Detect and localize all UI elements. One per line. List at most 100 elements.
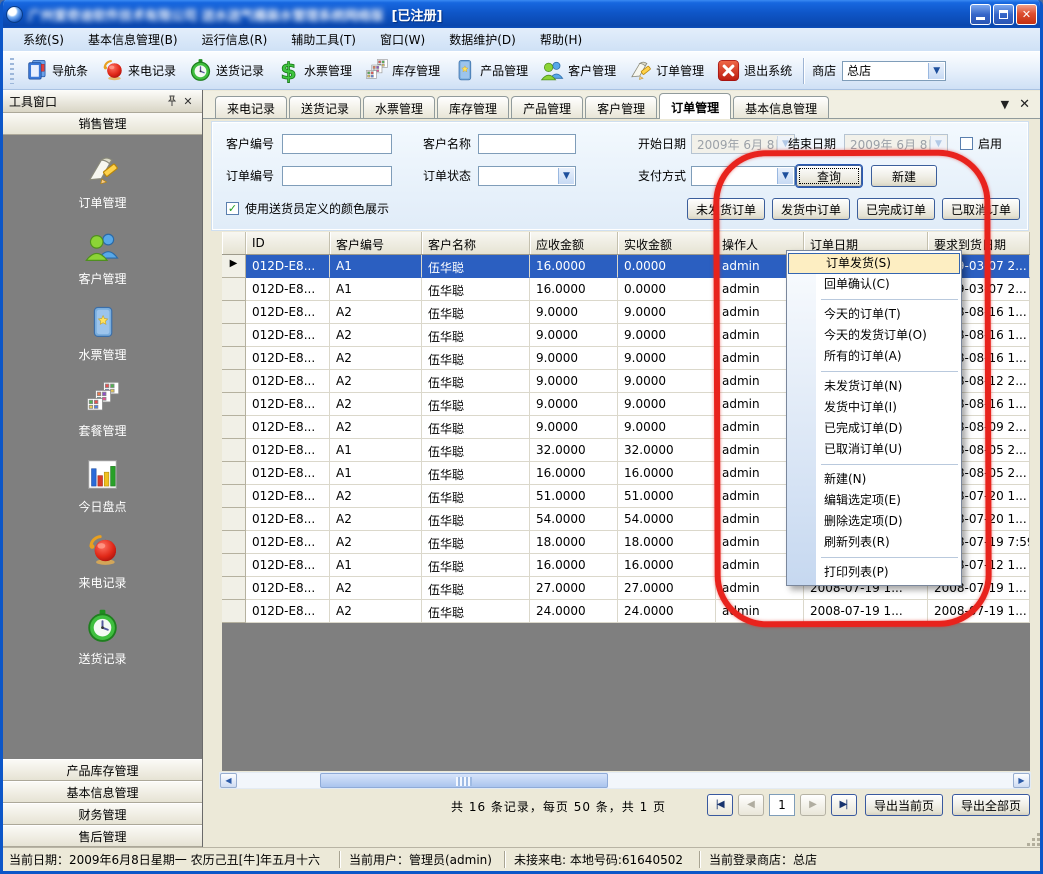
grid-column-header[interactable]: 客户编号 bbox=[330, 232, 422, 254]
context-menu-item[interactable]: 订单发货(S) bbox=[788, 253, 960, 274]
toolbar-button[interactable]: 水票管理 bbox=[271, 56, 357, 85]
context-menu-item[interactable]: 回单确认(C) bbox=[787, 274, 961, 295]
grid-column-header[interactable] bbox=[222, 232, 246, 254]
row-selector-cell[interactable] bbox=[222, 600, 246, 623]
close-button[interactable]: ✕ bbox=[1016, 4, 1037, 25]
context-menu-item[interactable]: 删除选定项(D) bbox=[787, 511, 961, 532]
scroll-right-icon[interactable]: ▶ bbox=[1013, 773, 1030, 788]
prev-page-button[interactable]: ◀ bbox=[738, 794, 764, 816]
customer-name-input[interactable] bbox=[478, 134, 576, 154]
sidebar-item[interactable]: 水票管理 bbox=[78, 304, 126, 363]
delivery-color-checkbox[interactable]: ✓ bbox=[226, 202, 239, 215]
sidebar-item[interactable]: 来电记录 bbox=[78, 532, 126, 591]
grid-column-header[interactable]: ID bbox=[246, 232, 330, 254]
sidebar-section-button[interactable]: 基本信息管理 bbox=[3, 781, 202, 803]
row-selector-cell[interactable] bbox=[222, 508, 246, 531]
context-menu-item[interactable]: 已取消订单(U) bbox=[787, 439, 961, 460]
toolbar-grip[interactable] bbox=[10, 58, 14, 84]
sidebar-section-button[interactable]: 售后管理 bbox=[3, 825, 202, 847]
menu-item[interactable]: 辅助工具(T) bbox=[279, 28, 368, 51]
context-menu-item[interactable]: 所有的订单(A) bbox=[787, 346, 961, 367]
tab[interactable]: 水票管理 bbox=[363, 96, 435, 118]
last-page-button[interactable]: ▶| bbox=[831, 794, 857, 816]
status-filter-button[interactable]: 已完成订单 bbox=[857, 198, 935, 220]
sidebar-item[interactable]: 套餐管理 bbox=[78, 380, 126, 439]
row-selector-cell[interactable] bbox=[222, 324, 246, 347]
menu-item[interactable]: 基本信息管理(B) bbox=[76, 28, 190, 51]
context-menu-item[interactable] bbox=[787, 460, 961, 469]
horizontal-scrollbar[interactable]: ◀ ▶ bbox=[219, 772, 1031, 789]
toolbar-button[interactable]: 送货记录 bbox=[183, 56, 269, 85]
tab[interactable]: 基本信息管理 bbox=[733, 96, 829, 118]
row-selector-cell[interactable] bbox=[222, 416, 246, 439]
end-date-picker[interactable]: 2009年 6月 8日 ▼ bbox=[844, 134, 948, 154]
sidebar-item[interactable]: 送货记录 bbox=[78, 608, 126, 667]
export-all-pages-button[interactable]: 导出全部页 bbox=[952, 794, 1030, 816]
chevron-down-icon[interactable]: ▼ bbox=[928, 63, 944, 79]
row-selector-cell[interactable] bbox=[222, 301, 246, 324]
sidebar-section-sales[interactable]: 销售管理 bbox=[3, 113, 202, 135]
context-menu-item[interactable]: 新建(N) bbox=[787, 469, 961, 490]
row-selector-cell[interactable] bbox=[222, 577, 246, 600]
menu-item[interactable]: 窗口(W) bbox=[368, 28, 437, 51]
pin-icon[interactable] bbox=[164, 93, 180, 109]
tab-list-dropdown-icon[interactable]: ▼ bbox=[1001, 98, 1009, 111]
sidebar-item[interactable]: 今日盘点 bbox=[78, 456, 126, 515]
sidebar-item[interactable]: 客户管理 bbox=[78, 228, 126, 287]
payment-select[interactable]: ▼ bbox=[691, 166, 795, 186]
row-selector-cell[interactable]: ▶ bbox=[222, 255, 246, 278]
tool-window-close-icon[interactable]: ✕ bbox=[180, 93, 196, 109]
row-selector-cell[interactable] bbox=[222, 278, 246, 301]
grid-column-header[interactable]: 客户名称 bbox=[422, 232, 530, 254]
row-selector-cell[interactable] bbox=[222, 462, 246, 485]
grid-column-header[interactable]: 实收金额 bbox=[618, 232, 716, 254]
scrollbar-thumb[interactable] bbox=[320, 773, 608, 788]
tab[interactable]: 产品管理 bbox=[511, 96, 583, 118]
context-menu-item[interactable] bbox=[787, 553, 961, 562]
tab[interactable]: 订单管理 bbox=[659, 93, 731, 119]
context-menu-item[interactable]: 打印列表(P) bbox=[787, 562, 961, 583]
next-page-button[interactable]: ▶ bbox=[800, 794, 826, 816]
sidebar-item[interactable]: 订单管理 bbox=[78, 152, 126, 211]
toolbar-button[interactable]: 产品管理 bbox=[447, 56, 533, 85]
context-menu-item[interactable]: 发货中订单(I) bbox=[787, 397, 961, 418]
tab[interactable]: 库存管理 bbox=[437, 96, 509, 118]
toolbar-button[interactable]: 来电记录 bbox=[95, 56, 181, 85]
resize-grip[interactable] bbox=[1032, 838, 1035, 841]
sidebar-section-button[interactable]: 产品库存管理 bbox=[3, 759, 202, 781]
context-menu-item[interactable]: 编辑选定项(E) bbox=[787, 490, 961, 511]
order-status-select[interactable]: ▼ bbox=[478, 166, 576, 186]
menu-item[interactable]: 系统(S) bbox=[11, 28, 76, 51]
menu-item[interactable]: 运行信息(R) bbox=[190, 28, 280, 51]
enable-checkbox[interactable] bbox=[960, 137, 973, 150]
sidebar-section-button[interactable]: 财务管理 bbox=[3, 803, 202, 825]
row-selector-cell[interactable] bbox=[222, 393, 246, 416]
toolbar-button[interactable]: 导航条 bbox=[19, 56, 93, 85]
context-menu-item[interactable]: 未发货订单(N) bbox=[787, 376, 961, 397]
row-selector-cell[interactable] bbox=[222, 554, 246, 577]
menu-item[interactable]: 帮助(H) bbox=[528, 28, 594, 51]
scroll-left-icon[interactable]: ◀ bbox=[220, 773, 237, 788]
customer-no-input[interactable] bbox=[282, 134, 392, 154]
minimize-button[interactable] bbox=[970, 4, 991, 25]
row-selector-cell[interactable] bbox=[222, 370, 246, 393]
menu-item[interactable]: 数据维护(D) bbox=[437, 28, 528, 51]
row-selector-cell[interactable] bbox=[222, 531, 246, 554]
order-no-input[interactable] bbox=[282, 166, 392, 186]
grid-column-header[interactable]: 应收金额 bbox=[530, 232, 618, 254]
maximize-button[interactable] bbox=[993, 4, 1014, 25]
toolbar-button[interactable]: 库存管理 bbox=[359, 56, 445, 85]
context-menu-item[interactable]: 刷新列表(R) bbox=[787, 532, 961, 553]
context-menu-item[interactable] bbox=[787, 367, 961, 376]
context-menu-item[interactable]: 今天的订单(T) bbox=[787, 304, 961, 325]
status-filter-button[interactable]: 发货中订单 bbox=[772, 198, 850, 220]
status-filter-button[interactable]: 已取消订单 bbox=[942, 198, 1020, 220]
context-menu-item[interactable]: 今天的发货订单(O) bbox=[787, 325, 961, 346]
tab[interactable]: 客户管理 bbox=[585, 96, 657, 118]
start-date-picker[interactable]: 2009年 6月 8日 ▼ bbox=[691, 134, 795, 154]
context-menu-item[interactable] bbox=[787, 295, 961, 304]
page-number-input[interactable]: 1 bbox=[769, 794, 795, 816]
query-button[interactable]: 查询 bbox=[796, 165, 862, 187]
tab[interactable]: 送货记录 bbox=[289, 96, 361, 118]
tab-close-icon[interactable]: ✕ bbox=[1019, 97, 1030, 112]
